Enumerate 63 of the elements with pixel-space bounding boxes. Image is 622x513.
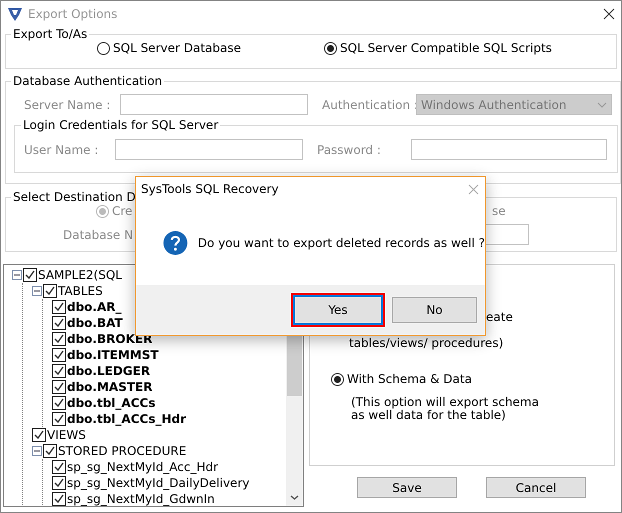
option-description: eate: [486, 311, 514, 324]
tree-item[interactable]: sp_sg_NextMyId_Acc_Hdr: [67, 460, 218, 474]
radio-label[interactable]: SQL Server Compatible SQL Scripts: [340, 41, 552, 55]
radio-button[interactable]: [97, 42, 110, 54]
input-field[interactable]: [411, 139, 607, 160]
checkbox[interactable]: [52, 476, 66, 490]
checkbox[interactable]: [52, 460, 66, 474]
checkbox[interactable]: [52, 380, 66, 394]
tree-item[interactable]: TABLES: [58, 284, 103, 298]
field-label: User Name :: [24, 142, 100, 156]
checkbox[interactable]: [43, 284, 57, 298]
save-button[interactable]: Save: [357, 477, 457, 498]
tree-item[interactable]: dbo.LEDGER: [67, 364, 150, 378]
tree-item[interactable]: sp_sg_NextMyId_GdwnIn: [67, 492, 215, 506]
tree-item[interactable]: sp_sg_NextMyId_DailyDelivery: [67, 476, 250, 490]
checkbox[interactable]: [52, 300, 66, 314]
collapse-icon[interactable]: [32, 446, 42, 456]
question-icon: [163, 229, 188, 257]
checkbox[interactable]: [52, 492, 66, 506]
tree-item[interactable]: dbo.ITEMMST: [67, 348, 159, 362]
checkbox[interactable]: [23, 268, 37, 282]
checkbox[interactable]: [52, 332, 66, 346]
group-legend: Select Destination D: [11, 190, 138, 204]
checkbox[interactable]: [52, 316, 66, 330]
option-description: (This option will export schema: [351, 396, 540, 409]
no-button[interactable]: No: [392, 297, 477, 323]
input-field[interactable]: [115, 139, 303, 160]
cancel-button[interactable]: Cancel: [486, 477, 586, 498]
dialog-title: SysTools SQL Recovery: [141, 182, 279, 196]
window-title: Export Options: [28, 7, 118, 21]
group-legend: Login Credentials for SQL Server: [21, 118, 220, 132]
checkbox[interactable]: [52, 412, 66, 426]
shield-logo-icon: [7, 6, 23, 22]
checkbox[interactable]: [32, 428, 46, 442]
tree-item[interactable]: dbo.BROKER: [67, 332, 152, 346]
radio-button[interactable]: [324, 42, 337, 54]
tree-item[interactable]: STORED PROCEDURE: [58, 444, 186, 458]
tree-item[interactable]: dbo.BAT: [67, 316, 123, 330]
collapse-icon[interactable]: [12, 270, 22, 280]
field-label: Password :: [317, 142, 382, 156]
field-label: Server Name :: [24, 98, 112, 112]
radio-button[interactable]: [331, 372, 344, 386]
tree-item[interactable]: SAMPLE2(SQL: [38, 268, 122, 282]
tree-item[interactable]: dbo.MASTER: [67, 380, 152, 394]
radio-label[interactable]: SQL Server Database: [113, 41, 241, 55]
tree-item[interactable]: dbo.tbl_ACCs: [67, 396, 156, 410]
field-label: Database N: [63, 228, 134, 242]
group-legend: Export To/As: [11, 27, 90, 41]
tree-item[interactable]: dbo.AR_: [67, 300, 122, 314]
checkbox[interactable]: [52, 364, 66, 378]
collapse-icon[interactable]: [32, 286, 42, 296]
tree-item[interactable]: VIEWS: [47, 428, 86, 442]
option-description: as well data for the table): [351, 409, 507, 422]
tree-item[interactable]: dbo.tbl_ACCs_Hdr: [67, 412, 186, 426]
checkbox[interactable]: [52, 348, 66, 362]
group-legend: Database Authentication: [11, 74, 164, 88]
radio-label[interactable]: With Schema & Data: [347, 372, 472, 386]
dialog-message: Do you want to export deleted records as well ?: [198, 236, 485, 250]
yes-button[interactable]: Yes: [293, 295, 383, 325]
checkbox[interactable]: [52, 396, 66, 410]
option-description: tables/views/ procedures): [349, 337, 504, 350]
close-icon[interactable]: [603, 8, 615, 20]
checkbox[interactable]: [43, 444, 57, 458]
